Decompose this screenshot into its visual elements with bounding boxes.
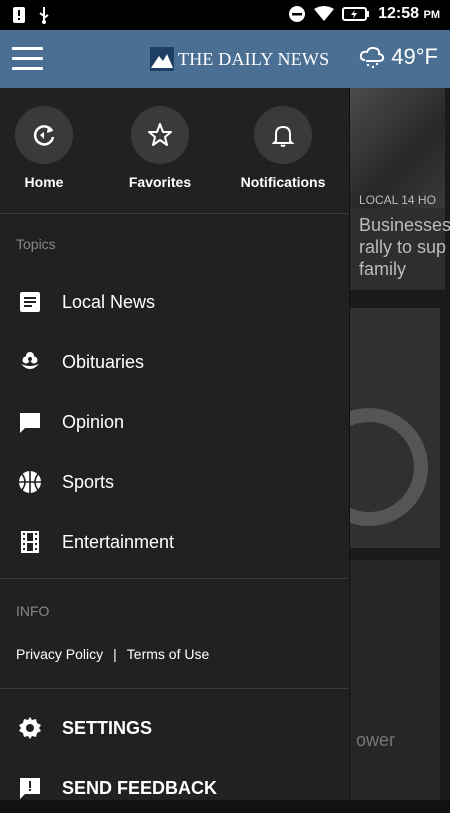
topic-label: Local News bbox=[62, 292, 156, 312]
info-links: Privacy Policy | Terms of Use bbox=[16, 646, 209, 662]
battery-icon bbox=[342, 7, 370, 21]
topic-obituaries[interactable]: Obituaries bbox=[0, 337, 349, 387]
gear-icon bbox=[19, 717, 41, 739]
home-refresh-icon bbox=[33, 125, 55, 146]
quick-link-notifications[interactable]: Notifications bbox=[228, 106, 338, 190]
topics-heading: Topics bbox=[16, 236, 56, 252]
settings-button[interactable]: SETTINGS bbox=[0, 703, 349, 753]
topic-label: Obituaries bbox=[62, 352, 145, 372]
wifi-icon bbox=[314, 6, 335, 21]
usb-icon bbox=[39, 7, 49, 24]
topic-label: Opinion bbox=[62, 412, 125, 432]
news-card-title-line: rally to sup bbox=[359, 237, 447, 257]
star-icon bbox=[148, 123, 172, 146]
background-feed: LOCAL 14 HO Businesses rally to sup fami… bbox=[350, 88, 450, 800]
send-feedback-button[interactable]: SEND FEEDBACK bbox=[0, 763, 349, 813]
do-not-disturb-icon bbox=[289, 6, 306, 22]
clock: 12:58 PM bbox=[378, 5, 440, 23]
topic-local-news[interactable]: Local News bbox=[0, 277, 349, 327]
logo-text: THE DAILY NEWS bbox=[178, 48, 330, 69]
news-card-title: Businesses rally to sup family bbox=[359, 214, 450, 280]
app-bar: THE DAILY NEWS 49°F bbox=[0, 30, 450, 88]
temperature: 49°F bbox=[391, 44, 438, 69]
quick-link-circle bbox=[15, 106, 73, 164]
logo-mountain-icon bbox=[150, 47, 174, 71]
quick-link-label: Notifications bbox=[240, 174, 326, 190]
divider bbox=[0, 578, 349, 579]
clock-time: 12:58 bbox=[378, 5, 420, 22]
news-card[interactable] bbox=[350, 308, 440, 548]
quick-links: Home Favorites Notifications bbox=[0, 88, 349, 213]
topic-label: Entertainment bbox=[62, 532, 175, 552]
topic-sports[interactable]: Sports bbox=[0, 457, 349, 507]
settings-label: SETTINGS bbox=[62, 718, 153, 738]
film-icon bbox=[21, 531, 39, 553]
quick-link-label: Home bbox=[24, 174, 64, 190]
news-card-title-line: family bbox=[359, 259, 407, 279]
info-heading: INFO bbox=[16, 603, 50, 619]
quick-link-circle bbox=[131, 106, 189, 164]
app-logo[interactable]: THE DAILY NEWS bbox=[150, 46, 329, 72]
cloud-rain-icon bbox=[360, 46, 385, 69]
menu-icon[interactable] bbox=[12, 47, 43, 71]
navigation-drawer: Home Favorites Notifications Topics Loca… bbox=[0, 88, 349, 800]
terms-of-use-link[interactable]: Terms of Use bbox=[127, 646, 209, 662]
flower-icon bbox=[21, 352, 39, 369]
link-separator: | bbox=[113, 646, 117, 662]
divider bbox=[0, 213, 349, 214]
news-card-title-line: Businesses bbox=[359, 215, 450, 235]
privacy-policy-link[interactable]: Privacy Policy bbox=[16, 646, 103, 662]
news-card-image bbox=[350, 88, 445, 208]
status-bar-left bbox=[12, 6, 50, 24]
quick-link-favorites[interactable]: Favorites bbox=[105, 106, 215, 190]
bell-icon bbox=[271, 125, 295, 147]
feedback-icon bbox=[20, 778, 40, 799]
news-card-image bbox=[350, 408, 428, 526]
news-card[interactable]: LOCAL 14 HO Businesses rally to sup fami… bbox=[350, 88, 450, 290]
weather-widget[interactable]: 49°F bbox=[359, 44, 438, 70]
basketball-icon bbox=[19, 471, 41, 493]
topic-entertainment[interactable]: Entertainment bbox=[0, 517, 349, 567]
divider bbox=[0, 688, 349, 689]
quick-link-home[interactable]: Home bbox=[0, 106, 99, 190]
status-bar: 12:58 PM bbox=[0, 0, 450, 30]
article-icon bbox=[20, 292, 40, 312]
status-bar-right: 12:58 PM bbox=[288, 5, 440, 23]
news-card-kicker: LOCAL 14 HO bbox=[359, 193, 436, 207]
topic-opinion[interactable]: Opinion bbox=[0, 397, 349, 447]
topic-label: Sports bbox=[62, 472, 115, 492]
clock-ampm: PM bbox=[423, 9, 441, 21]
quick-link-label: Favorites bbox=[128, 174, 192, 190]
comment-icon bbox=[20, 413, 40, 433]
send-feedback-label: SEND FEEDBACK bbox=[62, 778, 218, 798]
news-card-title: ower bbox=[356, 730, 396, 750]
quick-link-circle bbox=[254, 106, 312, 164]
news-card[interactable]: ower bbox=[350, 560, 440, 800]
notification-icon bbox=[13, 7, 25, 23]
